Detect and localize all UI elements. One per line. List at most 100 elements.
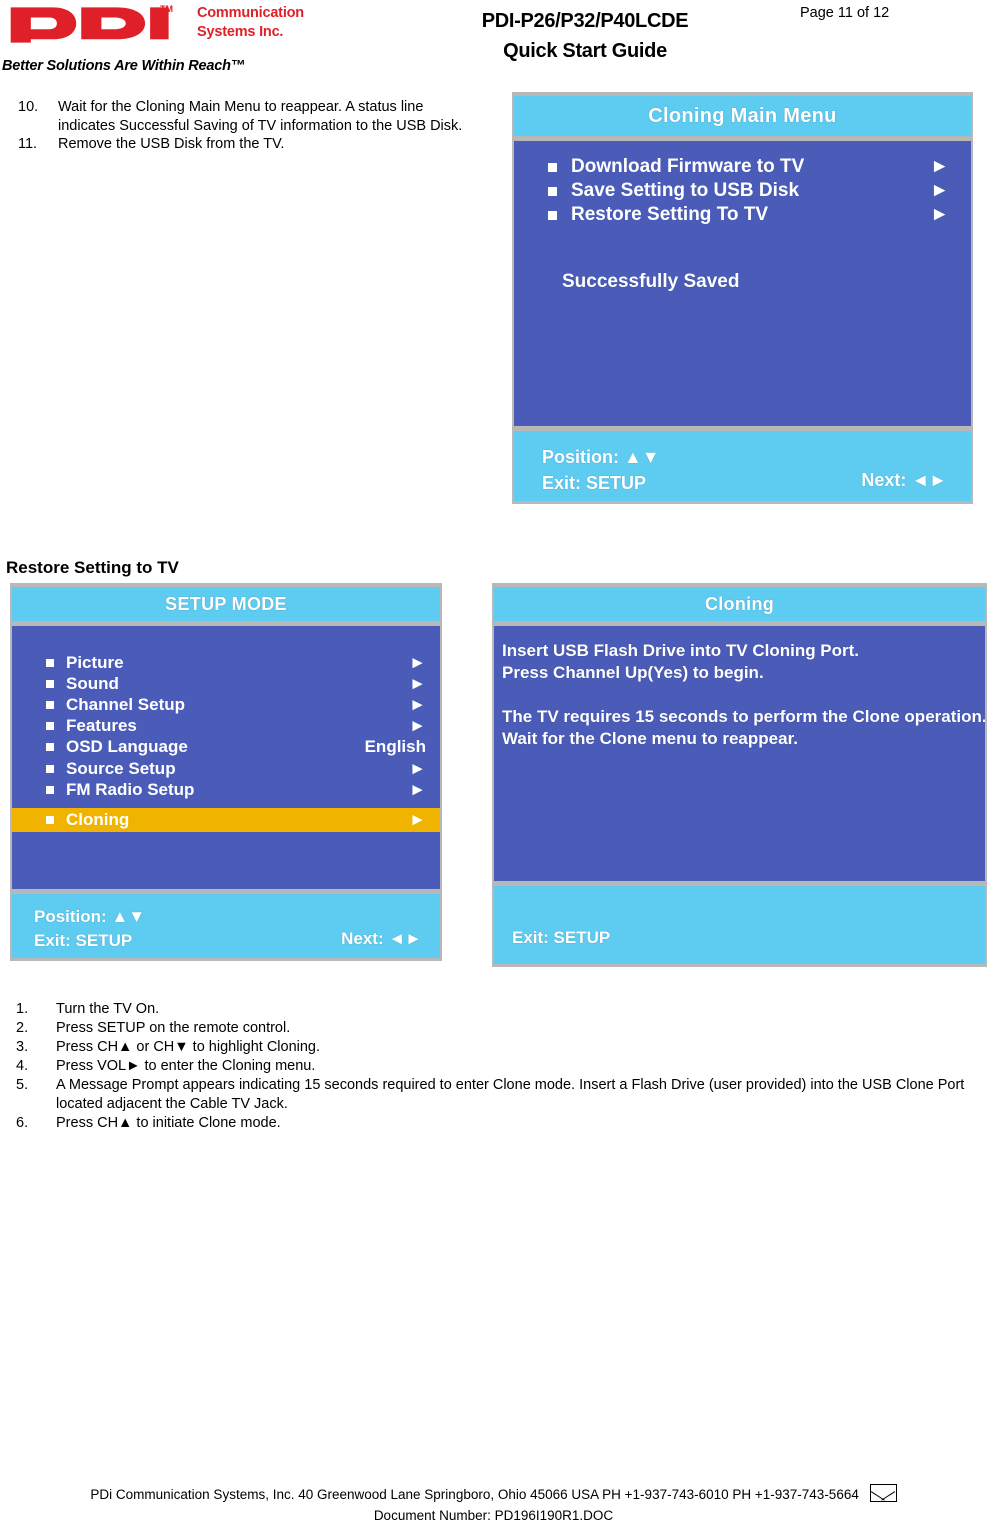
square-bullet-icon [46, 679, 54, 688]
chevron-right-icon: ► [409, 652, 426, 672]
square-bullet-icon [46, 658, 54, 667]
square-bullet-icon [46, 816, 54, 825]
osd-footer-position-hint: Position: ▲▼ [34, 907, 146, 926]
osd-title-bar: Cloning Main Menu [514, 96, 971, 136]
step-text: A Message Prompt appears indicating 15 s… [56, 1077, 965, 1112]
menu-item-sound[interactable]: Sound ► [12, 673, 440, 694]
chevron-right-icon: ► [409, 779, 426, 799]
chevron-right-icon: ► [930, 204, 949, 225]
menu-item-picture[interactable]: Picture ► [12, 652, 440, 673]
square-bullet-icon [548, 186, 557, 196]
chevron-right-icon: ► [409, 716, 426, 736]
step-text: Press CH▲ or CH▼ to highlight Cloning. [56, 1039, 321, 1055]
list-item: 10. Wait for the Cloning Main Menu to re… [10, 98, 480, 135]
osd-footer-bar: Position: ▲▼ Exit: SETUP Next: ◄► [12, 894, 440, 958]
osd-menu-rows: Picture ► Sound ► Channel Setup ► Featur… [12, 626, 440, 833]
square-bullet-icon [46, 722, 54, 731]
osd-footer-exit-hint: Exit: SETUP [512, 928, 611, 947]
osd-screenshot-cloning-main-menu: Cloning Main Menu Download Firmware to T… [512, 92, 973, 504]
osd-menu-rows: Download Firmware to TV ► Save Setting t… [514, 141, 971, 227]
section-heading: Restore Setting to TV [6, 558, 179, 577]
square-bullet-icon [46, 700, 54, 709]
osd-body: Insert USB Flash Drive into TV Cloning P… [494, 626, 985, 881]
menu-item-label: Picture [66, 652, 124, 672]
menu-item-fm-radio-setup[interactable]: FM Radio Setup ► [12, 779, 440, 800]
square-bullet-icon [46, 743, 54, 752]
menu-item-label: Features [66, 716, 137, 736]
osd-screenshot-cloning: Cloning Insert USB Flash Drive into TV C… [492, 583, 987, 967]
menu-item-label: FM Radio Setup [66, 779, 195, 799]
chevron-right-icon: ► [930, 180, 949, 201]
tv-screen-bezel: Cloning Main Menu Download Firmware to T… [512, 92, 973, 504]
osd-title-bar: SETUP MODE [12, 587, 440, 621]
menu-item-label: Cloning [66, 810, 130, 830]
osd-footer-bar: Exit: SETUP [494, 886, 985, 964]
menu-item-label: Source Setup [66, 758, 176, 778]
menu-item-label: Sound [66, 673, 119, 693]
chevron-right-icon: ► [409, 694, 426, 714]
document-title-line1: PDI-P26/P32/P40LCDE [481, 10, 689, 32]
osd-footer-position-hint: Position: ▲▼ [542, 447, 660, 467]
company-name-line2: Systems Inc. [197, 24, 284, 40]
brand-tagline: Better Solutions Are Within Reach™ [2, 58, 246, 74]
steps-top-list: 10. Wait for the Cloning Main Menu to re… [10, 98, 480, 154]
step-number: 6. [16, 1115, 29, 1131]
status-text: Successfully Saved [562, 271, 740, 292]
footer-company-line: PDi Communication Systems, Inc. 40 Green… [90, 1484, 897, 1505]
list-item: 6. Press CH▲ to initiate Clone mode. [10, 1114, 980, 1133]
envelope-icon [869, 1484, 897, 1502]
osd-body: Download Firmware to TV ► Save Setting t… [514, 141, 971, 426]
menu-item-cloning-selected[interactable]: Cloning ► [12, 808, 440, 833]
step-number: 4. [16, 1058, 29, 1074]
chevron-right-icon: ► [409, 673, 426, 693]
logo-trademark: TM [160, 4, 173, 14]
menu-item-restore-setting[interactable]: Restore Setting To TV ► [514, 203, 971, 227]
tv-screen-bezel: Cloning Insert USB Flash Drive into TV C… [492, 583, 987, 967]
osd-footer-exit-hint: Exit: SETUP [542, 473, 647, 493]
menu-item-osd-language[interactable]: OSD Language English [12, 737, 440, 758]
menu-item-label: Restore Setting To TV [571, 204, 769, 225]
footer-company-text: PDi Communication Systems, Inc. 40 Green… [90, 1487, 859, 1502]
menu-item-label: Save Setting to USB Disk [571, 180, 800, 201]
step-text: Wait for the Cloning Main Menu to reappe… [58, 99, 463, 134]
square-bullet-icon [46, 785, 54, 794]
square-bullet-icon [548, 162, 557, 172]
page-header: TM Communication Systems Inc. Better Sol… [0, 0, 987, 80]
menu-item-label: Channel Setup [66, 694, 186, 714]
osd-message-line-1: Insert USB Flash Drive into TV Cloning P… [502, 641, 860, 660]
osd-footer-exit-hint: Exit: SETUP [34, 931, 133, 950]
list-item: 4. Press VOL► to enter the Cloning menu. [10, 1057, 980, 1076]
step-number: 10. [18, 99, 39, 115]
step-number: 11. [18, 136, 38, 152]
menu-item-download-firmware[interactable]: Download Firmware to TV ► [514, 155, 971, 179]
osd-footer-bar: Position: ▲▼ Exit: SETUP Next: ◄► [514, 431, 971, 501]
page-footer: PDi Communication Systems, Inc. 40 Green… [0, 1484, 987, 1526]
chevron-right-icon: ► [409, 758, 426, 778]
osd-screenshot-setup-mode: SETUP MODE Picture ► Sound ► Channel Set… [10, 583, 442, 961]
step-number: 2. [16, 1020, 29, 1036]
list-item: 5. A Message Prompt appears indicating 1… [10, 1076, 980, 1114]
square-bullet-icon [46, 764, 54, 773]
document-title-line2: Quick Start Guide [503, 40, 667, 62]
osd-message-line-2: Press Channel Up(Yes) to begin. [502, 663, 764, 682]
menu-item-channel-setup[interactable]: Channel Setup ► [12, 694, 440, 715]
osd-message-line-3: The TV requires 15 seconds to perform th… [502, 707, 985, 726]
step-number: 1. [16, 1001, 29, 1017]
osd-message-line-4: Wait for the Clone menu to reappear. [502, 729, 798, 748]
osd-footer-next-hint: Next: ◄► [341, 929, 422, 948]
step-number: 3. [16, 1039, 29, 1055]
list-item: 3. Press CH▲ or CH▼ to highlight Cloning… [10, 1038, 980, 1057]
footer-document-number: Document Number: PD196I190R1.DOC [373, 1508, 614, 1523]
step-text: Turn the TV On. [56, 1001, 160, 1017]
step-number: 5. [16, 1077, 29, 1093]
list-item: 2. Press SETUP on the remote control. [10, 1019, 980, 1038]
osd-body: Picture ► Sound ► Channel Setup ► Featur… [12, 626, 440, 889]
menu-item-save-setting[interactable]: Save Setting to USB Disk ► [514, 179, 971, 203]
tv-screen-bezel: SETUP MODE Picture ► Sound ► Channel Set… [10, 583, 442, 961]
step-text: Press CH▲ to initiate Clone mode. [56, 1115, 281, 1131]
menu-item-source-setup[interactable]: Source Setup ► [12, 758, 440, 779]
menu-item-features[interactable]: Features ► [12, 716, 440, 737]
page-number: Page 11 of 12 [800, 5, 890, 21]
menu-item-value: English [364, 737, 426, 757]
list-item: 11. Remove the USB Disk from the TV. [10, 135, 480, 154]
